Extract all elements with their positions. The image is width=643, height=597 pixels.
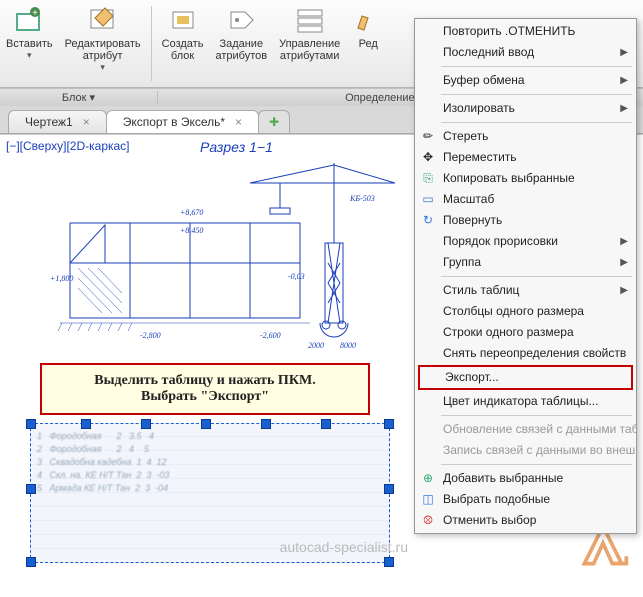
ctx-last-input[interactable]: Последний ввод▶ [415, 42, 636, 63]
ctx-select-similar[interactable]: ◫Выбрать подобные [415, 489, 636, 510]
ctx-copy-selection[interactable]: ⎘Копировать выбранные [415, 168, 636, 189]
rotate-icon: ↻ [420, 212, 436, 228]
deselect-icon: ⮾ [420, 512, 436, 528]
label: Задание атрибутов [215, 38, 267, 62]
ctx-update-links: Обновление связей с данными табл [415, 419, 636, 440]
ctx-add-selected[interactable]: ⊕Добавить выбранные [415, 468, 636, 489]
ctx-rotate[interactable]: ↻Повернуть [415, 210, 636, 231]
ctx-table-style[interactable]: Стиль таблиц▶ [415, 280, 636, 301]
create-block-button[interactable]: Создать блок [156, 0, 210, 87]
tag-icon [225, 4, 257, 36]
svg-text:+1,800: +1,800 [50, 274, 73, 283]
label: Управление атрибутами [279, 38, 340, 62]
ctx-clear-overrides[interactable]: Снять переопределения свойств [415, 343, 636, 364]
edit-button-cut[interactable]: Ред [346, 0, 390, 87]
pencil-icon [352, 4, 384, 36]
label: Ред [359, 38, 378, 50]
viewport-label[interactable]: [−][Сверху][2D-каркас] [6, 139, 130, 153]
label: Редактировать атрибут [65, 38, 141, 62]
ctx-erase[interactable]: ✏Стереть [415, 126, 636, 147]
plus-icon: ✚ [269, 115, 279, 129]
label: Вставить [6, 38, 53, 50]
submenu-arrow-icon: ▶ [620, 45, 628, 60]
tab-new[interactable]: ✚ [258, 110, 290, 133]
close-icon[interactable]: × [83, 115, 90, 129]
scale-icon: ▭ [420, 191, 436, 207]
svg-text:8000: 8000 [340, 341, 356, 350]
callout-line: Выбрать "Экспорт" [94, 389, 315, 405]
drawing-content: КБ-503 +8,670 +8,450 +1,800 -2,800 -2,60… [50, 153, 400, 353]
copy-icon: ⎘ [420, 170, 436, 186]
crane-label: КБ-503 [349, 194, 375, 203]
ctx-equal-cols[interactable]: Столбцы одного размера [415, 301, 636, 322]
submenu-arrow-icon: ▶ [620, 255, 628, 270]
ctx-deselect[interactable]: ⮾Отменить выбор [415, 510, 636, 531]
move-icon: ✥ [420, 149, 436, 165]
edit-attribute-icon [87, 4, 119, 36]
add-icon: ⊕ [420, 470, 436, 486]
define-attributes-button[interactable]: Задание атрибутов [209, 0, 273, 87]
ctx-indicator-color[interactable]: Цвет индикатора таблицы... [415, 391, 636, 412]
erase-icon: ✏ [420, 128, 436, 144]
ctx-move[interactable]: ✥Переместить [415, 147, 636, 168]
submenu-arrow-icon: ▶ [620, 283, 628, 298]
close-icon[interactable]: × [235, 115, 242, 129]
ctx-draw-order[interactable]: Порядок прорисовки▶ [415, 231, 636, 252]
ctx-write-links: Запись связей с данными во внешн [415, 440, 636, 461]
insert-button[interactable]: + Вставить▾ [0, 0, 59, 87]
insert-block-icon: + [13, 4, 45, 36]
tab-label: Чертеж1 [25, 115, 73, 129]
watermark-text: autocad-specialist.ru [280, 539, 408, 555]
ctx-repeat[interactable]: Повторить .ОТМЕНИТЬ [415, 21, 636, 42]
tab-drawing1[interactable]: Чертеж1 × [8, 110, 107, 133]
svg-text:-2,800: -2,800 [140, 331, 161, 340]
submenu-arrow-icon: ▶ [620, 101, 628, 116]
manage-attributes-button[interactable]: Управление атрибутами [273, 0, 346, 87]
ctx-scale[interactable]: ▭Масштаб [415, 189, 636, 210]
select-similar-icon: ◫ [420, 491, 436, 507]
ctx-clipboard[interactable]: Буфер обмена▶ [415, 70, 636, 91]
create-block-icon [167, 4, 199, 36]
label: Создать блок [162, 38, 204, 62]
svg-text:-0,03: -0,03 [288, 272, 305, 281]
svg-text:-2,600: -2,600 [260, 331, 281, 340]
svg-text:+8,670: +8,670 [180, 208, 203, 217]
svg-text:2000: 2000 [308, 341, 324, 350]
callout-line: Выделить таблицу и нажать ПКМ. [94, 373, 315, 389]
tab-label: Экспорт в Эксель* [123, 115, 225, 129]
submenu-arrow-icon: ▶ [620, 73, 628, 88]
svg-text:+8,450: +8,450 [180, 226, 203, 235]
panel-block[interactable]: Блок ▾ [0, 91, 158, 104]
ctx-isolate[interactable]: Изолировать▶ [415, 98, 636, 119]
context-menu: Повторить .ОТМЕНИТЬ Последний ввод▶ Буфе… [414, 18, 637, 534]
ctx-export[interactable]: Экспорт... [418, 365, 633, 390]
submenu-arrow-icon: ▶ [620, 234, 628, 249]
ctx-group[interactable]: Группа▶ [415, 252, 636, 273]
manage-icon [294, 4, 326, 36]
svg-text:+: + [32, 8, 38, 19]
instruction-callout: Выделить таблицу и нажать ПКМ. Выбрать "… [40, 363, 370, 415]
tab-export-excel[interactable]: Экспорт в Эксель* × [106, 110, 259, 133]
edit-attribute-button[interactable]: Редактировать атрибут▾ [59, 0, 147, 87]
ctx-equal-rows[interactable]: Строки одного размера [415, 322, 636, 343]
